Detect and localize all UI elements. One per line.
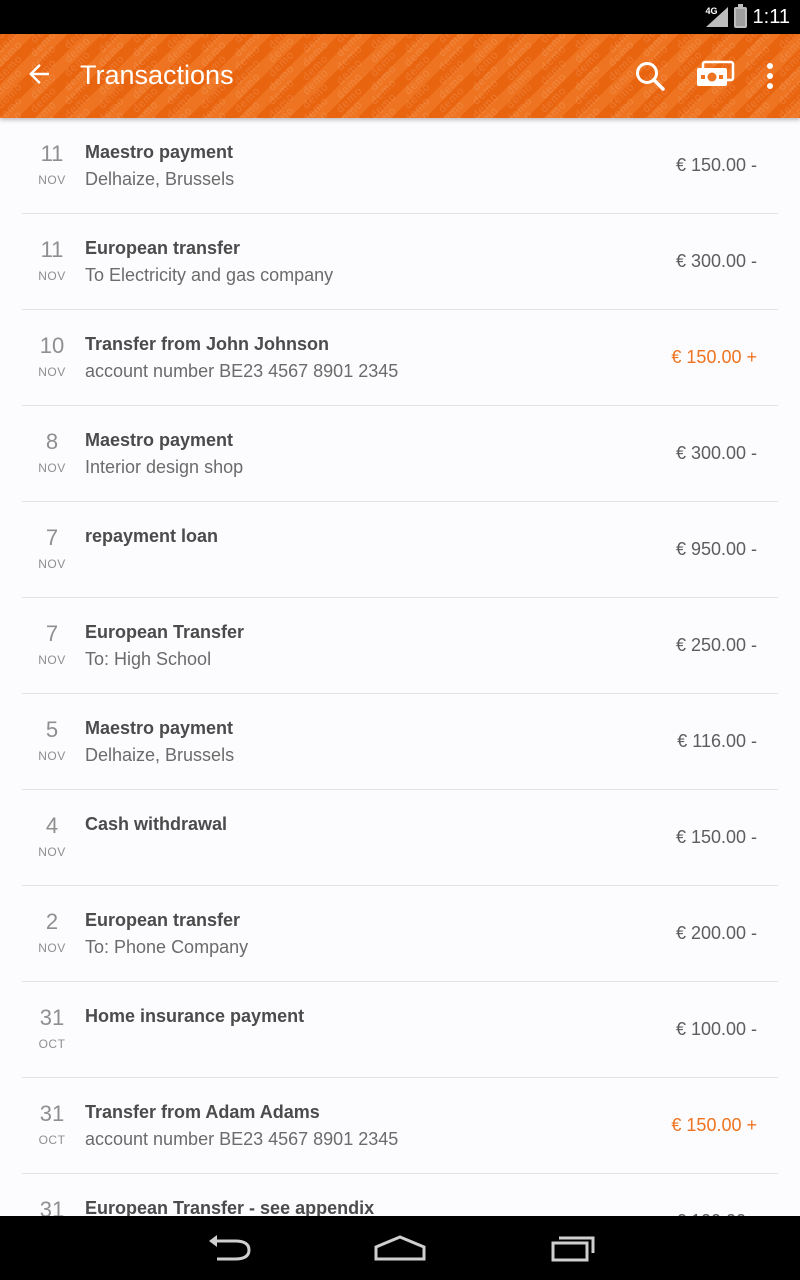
transaction-amount: € 116.00 - [677, 731, 757, 751]
transaction-day: 4 [45, 813, 59, 838]
transaction-subtitle: Interior design shop [85, 457, 244, 477]
transaction-row[interactable]: 8 NOV Maestro payment Interior design shop €… [22, 406, 778, 502]
transaction-day: 7 [45, 621, 59, 646]
nav-back-button[interactable] [200, 1230, 260, 1266]
transaction-subtitle: To: Phone Company [85, 937, 249, 957]
transaction-amount: € 300.00 - [675, 443, 757, 463]
transaction-day: 10 [39, 333, 65, 358]
transaction-amount: € 150.00 - [675, 827, 757, 847]
transaction-month: NOV [38, 365, 66, 379]
transaction-title: Transfer from Adam Adams [85, 1102, 320, 1122]
transaction-subtitle: account number BE23 4567 8901 2345 [85, 1129, 399, 1149]
transaction-title: Transfer from John Johnson [85, 334, 330, 354]
more-vert-icon [767, 63, 773, 89]
transaction-day: 7 [45, 525, 59, 550]
transaction-title: European Transfer - see appendix [85, 1198, 375, 1216]
back-arrow-icon [29, 64, 49, 84]
transaction-title: repayment loan [85, 526, 219, 546]
transaction-month: OCT [38, 1133, 66, 1147]
transaction-amount: € 150.00 - [675, 155, 757, 175]
transaction-row[interactable]: 31 OCT Transfer from Adam Adams account num… [22, 1078, 778, 1174]
transaction-month: NOV [38, 941, 66, 955]
transaction-title: European Transfer [85, 622, 245, 642]
transaction-title: Home insurance payment [85, 1006, 305, 1026]
transactions-list[interactable]: 11 NOV Maestro payment Delhaize, Brussels € … [22, 118, 778, 1216]
recents-nav-icon [551, 1236, 595, 1262]
transaction-subtitle: Delhaize, Brussels [85, 745, 235, 765]
transaction-row[interactable]: 7 NOV repayment loan € 950.00 - [22, 502, 778, 598]
transaction-day: 11 [40, 141, 64, 166]
network-type: 4G [705, 6, 718, 16]
transaction-row[interactable]: 4 NOV Cash withdrawal € 150.00 - [22, 790, 778, 886]
transaction-amount: € 200.00 - [675, 923, 757, 943]
transaction-day: 2 [45, 909, 59, 934]
nav-home-button[interactable] [370, 1230, 430, 1266]
back-button[interactable] [24, 59, 54, 89]
transaction-month: NOV [38, 653, 66, 667]
clock: 1:11 [752, 5, 790, 28]
transaction-row[interactable]: 31OCTEuropean Transfer - see appendix€ 1… [22, 1174, 778, 1216]
transaction-month: NOV [38, 749, 66, 763]
page-title: Transactions [80, 60, 234, 90]
transaction-day: 31 [39, 1101, 65, 1126]
transaction-month: NOV [38, 845, 66, 859]
transaction-subtitle: account number BE23 4567 8901 2345 [85, 361, 399, 381]
nav-recents-button[interactable] [542, 1230, 602, 1266]
transaction-amount: € 950.00 - [675, 539, 757, 559]
transaction-amount: € 150.00 + [671, 1115, 757, 1135]
transaction-subtitle: To: High School [85, 649, 212, 669]
transaction-amount: € 100.00 - [675, 1019, 757, 1039]
transaction-title: Cash withdrawal [85, 814, 228, 834]
transaction-row[interactable]: 5 NOV Maestro payment Delhaize, Brussels € 1… [22, 694, 778, 790]
transaction-month: NOV [38, 269, 66, 283]
transaction-row[interactable]: 31 OCT Home insurance payment € 100.00 - [22, 982, 778, 1078]
transaction-amount: € 250.00 - [675, 635, 757, 655]
transaction-day: 5 [45, 717, 59, 742]
status-bar: 4G 1:11 [0, 0, 800, 34]
back-nav-icon [209, 1235, 251, 1261]
transaction-title: European transfer [85, 238, 241, 258]
transaction-title: Maestro payment [85, 430, 234, 450]
transaction-day: 8 [45, 429, 59, 454]
battery-icon [733, 3, 747, 28]
transaction-month: NOV [38, 173, 66, 187]
transaction-row[interactable]: 2 NOV European transfer To: Phone Company € … [22, 886, 778, 982]
more-options-button[interactable] [762, 60, 778, 92]
transaction-row[interactable]: 10 NOV Transfer from John Johnson account n… [22, 310, 778, 406]
status-icons: 4G 1:11 [705, 0, 790, 34]
cash-icon [697, 60, 735, 86]
transaction-title: Maestro payment [85, 142, 234, 162]
transaction-amount: € 150.00 + [671, 347, 757, 367]
transaction-day: 11 [40, 237, 64, 262]
transaction-title: Maestro payment [85, 718, 234, 738]
transaction-row[interactable]: 7 NOV European Transfer To: High School € 25… [22, 598, 778, 694]
transaction-day: 31 [39, 1005, 65, 1030]
transaction-subtitle: Delhaize, Brussels [85, 169, 235, 189]
transaction-month: OCT [38, 1037, 66, 1051]
system-nav-bar [0, 1216, 800, 1280]
signal-icon: 4G [705, 6, 728, 28]
cash-button[interactable] [695, 60, 735, 90]
transaction-month: NOV [38, 557, 66, 571]
app-bar: demo demo demo demo demo demo demo demo demo demo… [0, 34, 800, 118]
search-icon [636, 62, 665, 91]
transaction-row[interactable]: 11 NOV European transfer To Electricity and… [22, 214, 778, 310]
search-button[interactable] [634, 60, 666, 92]
transaction-day: 31 [39, 1197, 65, 1216]
transaction-amount: € 300.00 - [675, 251, 757, 271]
transaction-title: European transfer [85, 910, 241, 930]
transaction-row[interactable]: 11 NOV Maestro payment Delhaize, Brussels € … [22, 118, 778, 214]
transaction-subtitle: To Electricity and gas company [85, 265, 334, 285]
home-nav-icon [374, 1235, 426, 1261]
transaction-month: NOV [38, 461, 66, 475]
